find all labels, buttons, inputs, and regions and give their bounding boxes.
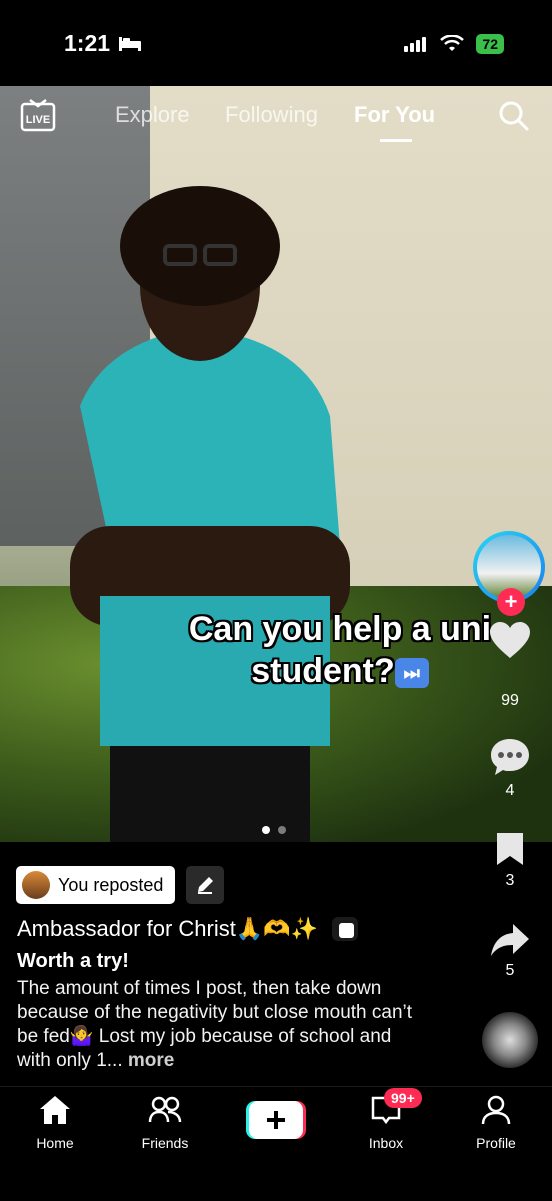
cellular-signal-icon [404,37,427,52]
repost-label: You reposted [58,874,164,895]
carousel-dot [278,826,286,834]
carousel-indicator [262,826,286,834]
multi-image-icon [332,917,359,941]
nav-friends-label: Friends [141,1135,189,1151]
status-icons: 72 [404,34,504,54]
like-count: 99 [501,692,519,709]
tab-for-you[interactable]: For You [354,102,435,128]
profile-icon [481,1095,511,1125]
nav-profile-label: Profile [476,1135,516,1151]
post-title: Worth a try! [17,950,129,972]
fast-forward-icon: ⏭ [394,658,429,689]
search-icon[interactable] [498,100,530,132]
video-player[interactable] [0,86,552,842]
more-link[interactable]: more [128,1050,174,1071]
active-tab-indicator [380,139,412,142]
pencil-icon [198,877,213,894]
nav-friends[interactable]: Friends [120,1094,210,1151]
live-label: LIVE [26,114,50,126]
caption-line2: student? [251,652,395,690]
caption-line1: Can you help a uni [188,610,492,648]
save-count: 3 [505,872,515,889]
friends-icon [148,1096,182,1123]
tab-explore[interactable]: Explore [115,102,190,128]
music-disc-icon[interactable] [482,1012,538,1068]
share-count: 5 [505,962,515,979]
description-text: The amount of times I post, then take do… [17,978,413,1071]
author-name[interactable]: Ambassador for Christ🙏🫶✨ [17,916,318,942]
heart-icon[interactable] [488,620,532,660]
bed-icon [119,36,142,51]
tab-following[interactable]: Following [225,102,318,128]
video-caption: Can you help a uni student? ⏭ [160,608,520,692]
inbox-badge: 99+ [384,1088,422,1108]
carousel-dot-active [262,826,270,834]
follow-button[interactable]: + [497,588,525,616]
bookmark-icon[interactable] [494,830,526,868]
battery-indicator: 72 [476,34,504,54]
time-text: 1:21 [64,30,111,56]
nav-profile[interactable]: Profile [451,1094,541,1151]
status-bar: 1:21 72 [0,0,552,86]
post-description[interactable]: The amount of times I post, then take do… [17,977,417,1073]
repost-chip[interactable]: You reposted [16,866,176,904]
comment-icon[interactable] [489,737,531,777]
nav-home-label: Home [36,1135,74,1151]
repost-avatar [22,871,50,899]
create-post-button[interactable] [246,1101,306,1139]
share-icon[interactable] [489,920,531,960]
home-icon [40,1096,70,1124]
edit-repost-button[interactable] [186,866,224,904]
author-name-row[interactable]: Ambassador for Christ🙏🫶✨ [17,916,359,942]
video-subject [70,186,350,842]
wifi-icon [440,35,465,51]
comment-count: 4 [505,782,515,799]
clock: 1:21 [64,30,142,57]
live-icon[interactable]: LIVE [20,98,56,132]
nav-home[interactable]: Home [10,1094,100,1151]
nav-inbox-label: Inbox [368,1135,404,1151]
